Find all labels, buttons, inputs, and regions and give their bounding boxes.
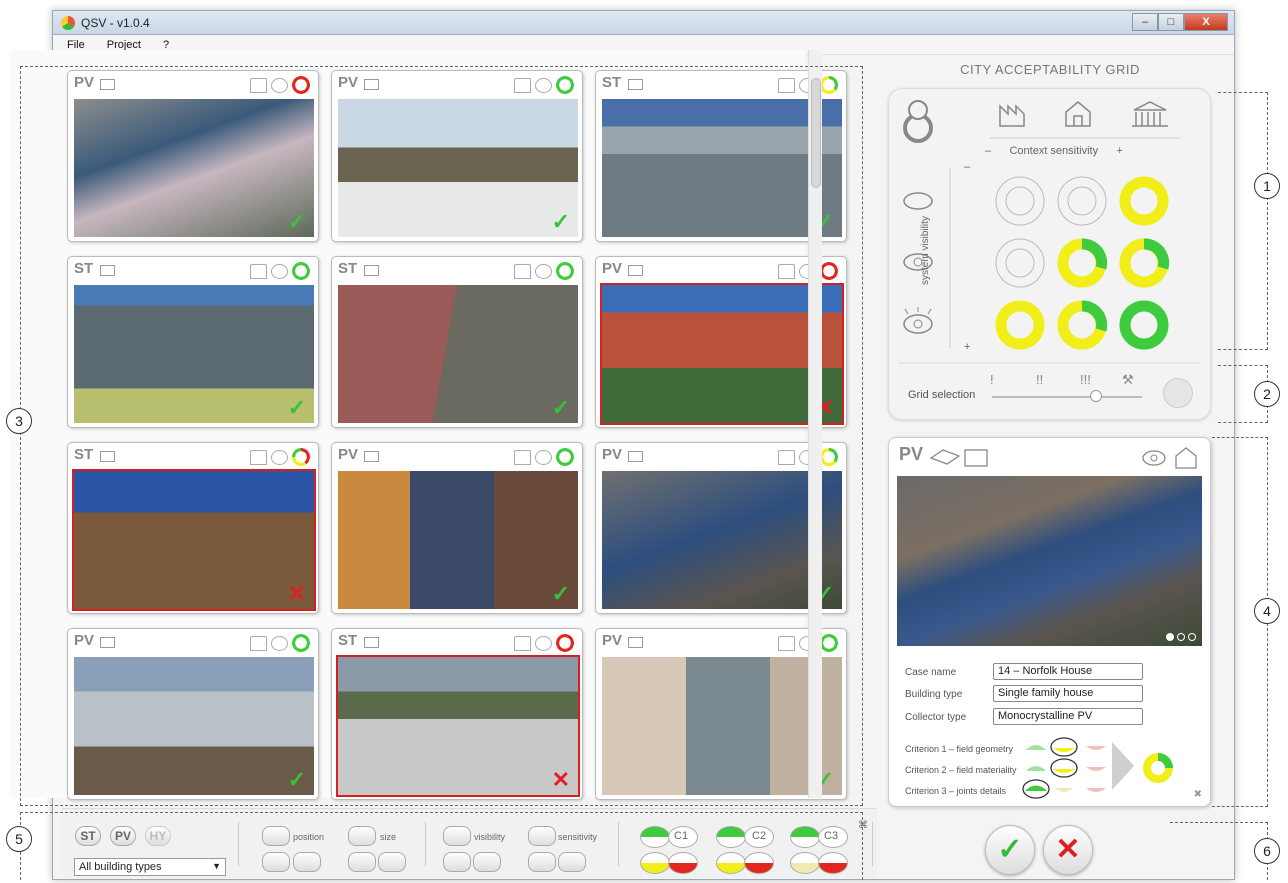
menu-project[interactable]: Project xyxy=(107,39,141,51)
grid-selection-slider[interactable] xyxy=(992,390,1142,402)
building-type-field[interactable]: Single family house xyxy=(993,685,1143,702)
acceptability-grid-drawing: – + xyxy=(898,100,1201,364)
title-bar: QSV - v1.0.4 – □ X xyxy=(53,11,1234,35)
region-3-outline xyxy=(20,66,863,806)
c3-yellow-mark[interactable] xyxy=(1055,788,1073,792)
callout-3: 3 xyxy=(6,408,32,434)
building-type-label: Building type xyxy=(905,689,963,700)
result-arrow xyxy=(1112,742,1134,790)
menu-file[interactable]: File xyxy=(67,39,85,51)
acceptability-cell-yellow-green[interactable] xyxy=(1057,300,1108,350)
criterion-1-label: Criterion 1 – field geometry xyxy=(905,744,1014,754)
minimize-button[interactable]: – xyxy=(1132,13,1158,31)
collector-type-label: Collector type xyxy=(905,712,967,723)
reject-button[interactable]: ✕ xyxy=(1043,825,1093,875)
image-icon xyxy=(964,449,988,467)
callout-2: 2 xyxy=(1254,381,1280,407)
level-1-label: ! xyxy=(990,372,994,387)
acceptability-cell-yellow-green[interactable] xyxy=(1119,238,1170,288)
acceptability-cell-grey[interactable] xyxy=(995,176,1045,226)
c3-red-mark[interactable] xyxy=(1086,788,1106,792)
maximize-button[interactable]: □ xyxy=(1158,13,1184,31)
grid-legend-icon xyxy=(903,100,933,143)
eye-closed-icon[interactable] xyxy=(903,192,933,210)
visibility-plus: + xyxy=(964,341,970,353)
eye-open-icon[interactable] xyxy=(903,307,933,334)
detail-type: PV xyxy=(899,444,924,464)
tools-level-icon: ⚒ xyxy=(1122,372,1134,387)
callout-6: 6 xyxy=(1254,838,1280,864)
eye-icon xyxy=(1142,450,1166,466)
case-photo xyxy=(897,476,1202,646)
acceptability-cell-yellow-green[interactable] xyxy=(1057,238,1108,288)
visibility-minus: – xyxy=(964,161,971,173)
factory-icon[interactable] xyxy=(999,104,1025,127)
region-1-outline xyxy=(1218,92,1268,350)
context-plus: + xyxy=(1116,145,1123,157)
c2-red-mark[interactable] xyxy=(1086,767,1106,771)
app-logo-icon xyxy=(61,15,75,30)
callout-4: 4 xyxy=(1254,598,1280,624)
c1-green-mark[interactable] xyxy=(1026,745,1046,750)
system-visibility-label: system visibility xyxy=(920,216,931,285)
region-5-outline xyxy=(20,812,863,880)
callout-1: 1 xyxy=(1254,173,1280,199)
c1-red-mark[interactable] xyxy=(1086,746,1106,750)
pager-dot[interactable] xyxy=(1177,633,1185,641)
context-sensitivity-text: Context sensitivity xyxy=(1009,145,1099,157)
house-icon xyxy=(1175,447,1197,469)
house-icon[interactable] xyxy=(1065,101,1091,127)
context-sensitivity-label: – Context sensitivity + xyxy=(985,145,1123,157)
photo-pager[interactable] xyxy=(1166,633,1196,641)
acceptability-cell-yellow[interactable] xyxy=(1119,176,1169,226)
acceptability-cell-yellow[interactable] xyxy=(995,300,1045,350)
level-3-label: !!! xyxy=(1080,372,1091,387)
slider-knob[interactable] xyxy=(1090,390,1102,402)
callout-5: 5 xyxy=(6,826,32,852)
acceptability-cell-grey[interactable] xyxy=(1057,176,1107,226)
detail-ctx-icons xyxy=(1142,447,1197,469)
pager-dot[interactable] xyxy=(1166,633,1174,641)
c2-green-mark[interactable] xyxy=(1026,766,1046,771)
roof-icon xyxy=(929,449,961,465)
context-minus: – xyxy=(985,145,992,157)
confirm-button[interactable]: ✓ xyxy=(985,825,1035,875)
collector-type-field[interactable]: Monocrystalline PV xyxy=(993,708,1143,725)
acceptability-cell-grey[interactable] xyxy=(995,238,1045,288)
acceptability-grid-title: CITY ACCEPTABILITY GRID xyxy=(960,62,1140,77)
close-window-button[interactable]: X xyxy=(1184,13,1228,31)
level-2-label: !! xyxy=(1036,372,1044,387)
tools-button[interactable] xyxy=(1163,378,1193,408)
detail-close-icon[interactable]: ✖ xyxy=(1194,789,1202,800)
grid-selection-label: Grid selection xyxy=(908,389,976,401)
menu-help[interactable]: ? xyxy=(163,39,169,51)
pager-dot[interactable] xyxy=(1188,633,1196,641)
c2-yellow-mark[interactable] xyxy=(1050,758,1078,778)
c3-green-mark[interactable] xyxy=(1022,779,1050,799)
c1-yellow-mark[interactable] xyxy=(1050,737,1078,757)
criterion-2-label: Criterion 2 – field materiality xyxy=(905,765,1017,775)
criteria-marks xyxy=(1022,737,1106,799)
case-name-label: Case name xyxy=(905,667,957,678)
window-controls: – □ X xyxy=(1132,13,1228,31)
monument-icon[interactable] xyxy=(1132,101,1168,127)
divider xyxy=(872,822,873,866)
criterion-3-label: Criterion 3 – joints details xyxy=(905,786,1007,796)
detail-type-icons xyxy=(929,449,988,467)
result-ring xyxy=(1143,753,1173,783)
case-name-field[interactable]: 14 – Norfolk House xyxy=(993,663,1143,680)
window-title: QSV - v1.0.4 xyxy=(81,15,150,30)
acceptability-cell-green[interactable] xyxy=(1119,300,1169,350)
